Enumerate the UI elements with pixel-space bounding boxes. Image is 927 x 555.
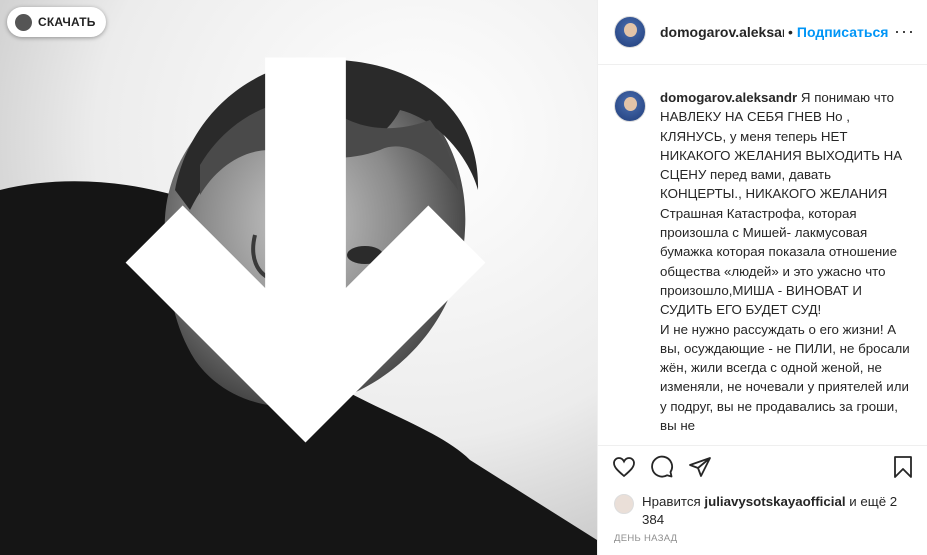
caption-username[interactable]: domogarov.aleksandr	[660, 90, 797, 105]
follow-button[interactable]: Подписаться	[797, 24, 889, 40]
download-button[interactable]: СКАЧАТЬ	[7, 7, 486, 443]
more-options-button[interactable]: ···	[894, 22, 915, 40]
download-icon	[15, 13, 486, 443]
heart-icon[interactable]	[612, 455, 636, 484]
caption-text: Я понимаю что НАВЛЕКУ НА СЕБЯ ГНЕВ Но , …	[660, 90, 910, 434]
liker-avatar[interactable]	[614, 494, 634, 514]
author-avatar[interactable]	[614, 16, 646, 48]
post-photo[interactable]: СКАЧАТЬ	[0, 0, 597, 555]
comment-icon[interactable]	[650, 455, 674, 484]
caption-avatar[interactable]	[614, 90, 646, 122]
header-separator: •	[788, 24, 793, 40]
action-bar	[598, 445, 927, 493]
share-icon[interactable]	[688, 455, 712, 484]
likes-prefix: Нравится	[642, 494, 705, 509]
post-date[interactable]: ДЕНЬ НАЗАД	[598, 529, 927, 555]
author-username[interactable]: domogarov.aleksandr	[660, 24, 784, 40]
post-sidebar: domogarov.aleksandr • Подписаться ··· do…	[597, 0, 927, 555]
instagram-post: СКАЧАТЬ domogarov.aleksandr • Подписатьс…	[0, 0, 927, 555]
post-header: domogarov.aleksandr • Подписаться ···	[598, 0, 927, 65]
comments-section[interactable]: domogarov.aleksandr Я понимаю что НАВЛЕК…	[598, 65, 927, 445]
liker-username[interactable]: juliavysotskayaofficial	[704, 494, 845, 509]
bookmark-icon[interactable]	[892, 455, 914, 484]
likes-summary: Нравится juliavysotskayaofficial и ещё 2…	[598, 493, 927, 529]
post-caption: domogarov.aleksandr Я понимаю что НАВЛЕК…	[660, 88, 911, 445]
